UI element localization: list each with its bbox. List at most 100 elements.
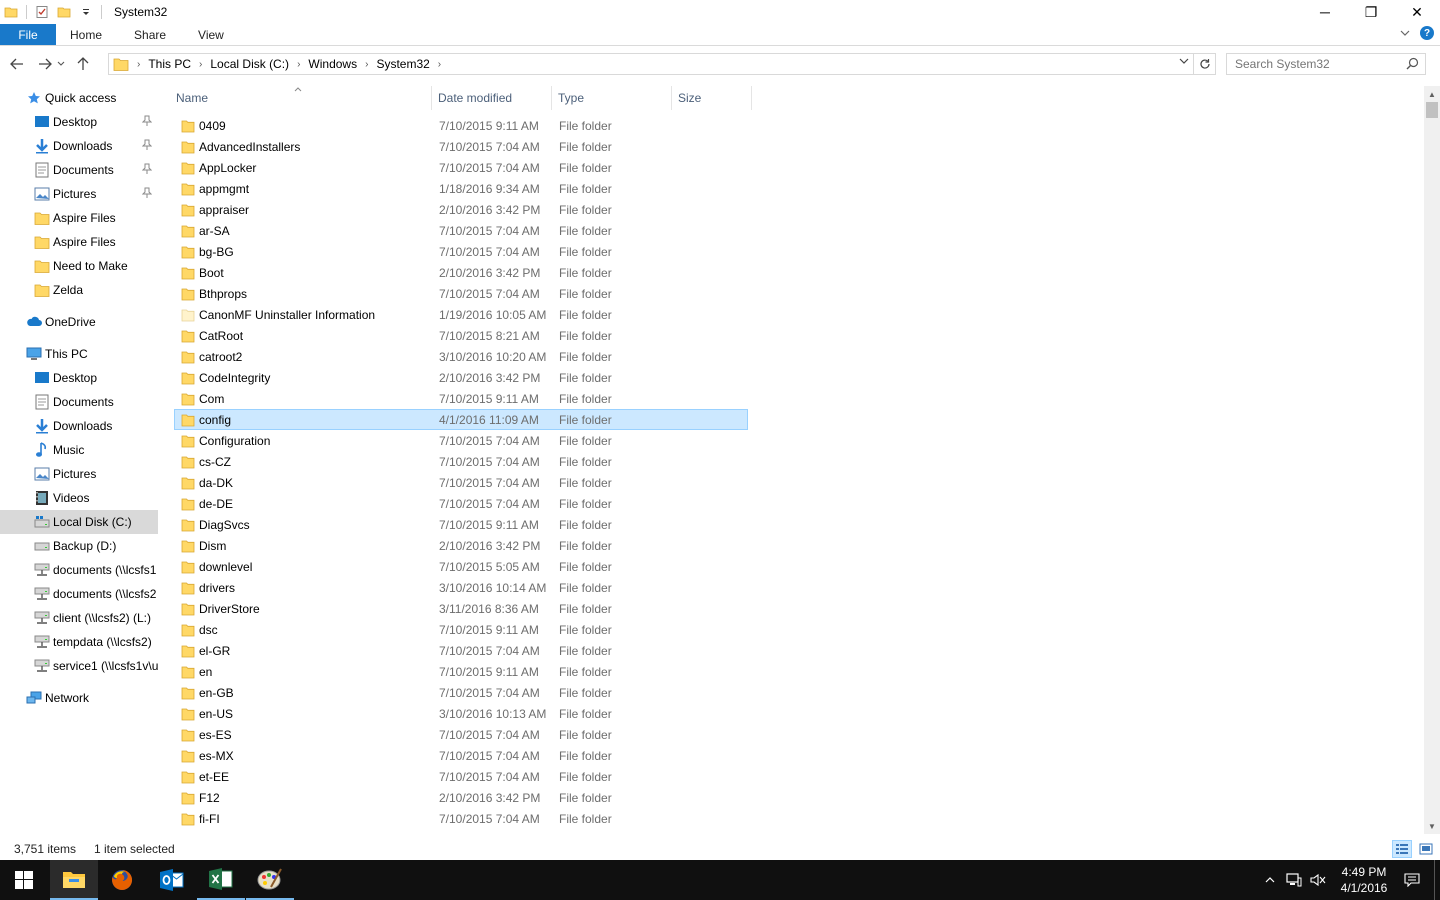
- tab-view[interactable]: View: [182, 24, 240, 45]
- column-header-type[interactable]: Type: [552, 86, 672, 110]
- nav-pc-item-9[interactable]: documents (\\lcsfs2: [0, 582, 158, 606]
- breadcrumb-chevron-icon[interactable]: ›: [363, 59, 370, 70]
- recent-locations-button[interactable]: [56, 53, 66, 75]
- expand-ribbon-chevron-icon[interactable]: [1400, 26, 1410, 40]
- nav-quick-item-0[interactable]: Desktop: [0, 110, 158, 134]
- minimize-button[interactable]: ─: [1302, 0, 1348, 24]
- nav-pc-item-12[interactable]: service1 (\\lcsfs1v\u: [0, 654, 158, 678]
- taskbar-file-explorer[interactable]: [50, 860, 98, 900]
- file-row[interactable]: Configuration 7/10/2015 7:04 AM File folde…: [174, 430, 748, 451]
- file-row[interactable]: config 4/1/2016 11:09 AM File folder: [174, 409, 748, 430]
- start-button[interactable]: [0, 860, 48, 900]
- nav-pc-item-6[interactable]: Local Disk (C:): [0, 510, 158, 534]
- tab-file[interactable]: File: [0, 24, 56, 45]
- refresh-button[interactable]: [1194, 53, 1216, 75]
- file-row[interactable]: Boot 2/10/2016 3:42 PM File folder: [174, 262, 748, 283]
- file-row[interactable]: en 7/10/2015 9:11 AM File folder: [174, 661, 748, 682]
- file-row[interactable]: et-EE 7/10/2015 7:04 AM File folder: [174, 766, 748, 787]
- nav-pc-item-4[interactable]: Pictures: [0, 462, 158, 486]
- breadcrumb-chevron-icon[interactable]: ›: [135, 59, 142, 70]
- back-button[interactable]: [6, 53, 28, 75]
- scroll-up-arrow-icon[interactable]: ▲: [1424, 86, 1440, 102]
- maximize-button[interactable]: ❐: [1348, 0, 1394, 24]
- scroll-down-arrow-icon[interactable]: ▼: [1424, 818, 1440, 834]
- nav-pc-item-11[interactable]: tempdata (\\lcsfs2): [0, 630, 158, 654]
- nav-pc-item-8[interactable]: documents (\\lcsfs1: [0, 558, 158, 582]
- vertical-scrollbar[interactable]: ▲ ▼: [1424, 86, 1440, 834]
- file-row[interactable]: downlevel 7/10/2015 5:05 AM File folder: [174, 556, 748, 577]
- action-center-icon[interactable]: [1398, 860, 1426, 900]
- nav-pc-item-0[interactable]: Desktop: [0, 366, 158, 390]
- scrollbar-thumb[interactable]: [1426, 102, 1438, 118]
- taskbar-excel[interactable]: [197, 860, 245, 900]
- nav-onedrive[interactable]: OneDrive: [0, 310, 158, 334]
- breadcrumb-this-pc[interactable]: This PC: [142, 57, 197, 71]
- column-header-name[interactable]: Name: [170, 86, 432, 110]
- file-row[interactable]: AdvancedInstallers 7/10/2015 7:04 AM File …: [174, 136, 748, 157]
- breadcrumb-local-disk[interactable]: Local Disk (C:): [204, 57, 295, 71]
- nav-this-pc[interactable]: This PC: [0, 342, 158, 366]
- file-row[interactable]: bg-BG 7/10/2015 7:04 AM File folder: [174, 241, 748, 262]
- file-row[interactable]: el-GR 7/10/2015 7:04 AM File folder: [174, 640, 748, 661]
- file-row[interactable]: cs-CZ 7/10/2015 7:04 AM File folder: [174, 451, 748, 472]
- up-button[interactable]: [72, 53, 94, 75]
- nav-quick-item-4[interactable]: Aspire Files: [0, 206, 158, 230]
- taskbar-clock[interactable]: 4:49 PM 4/1/2016: [1330, 864, 1398, 896]
- file-row[interactable]: DiagSvcs 7/10/2015 9:11 AM File folder: [174, 514, 748, 535]
- search-icon[interactable]: [1406, 57, 1419, 73]
- customize-toolbar-chevron-icon[interactable]: [77, 3, 95, 21]
- file-row[interactable]: CanonMF Uninstaller Information 1/19/2016…: [174, 304, 748, 325]
- new-folder-icon[interactable]: [55, 3, 73, 21]
- large-icons-view-button[interactable]: [1416, 840, 1436, 858]
- file-row[interactable]: 0409 7/10/2015 9:11 AM File folder: [174, 115, 748, 136]
- show-hidden-icons-chevron-icon[interactable]: [1258, 860, 1282, 900]
- taskbar-paint[interactable]: [246, 860, 294, 900]
- file-row[interactable]: CatRoot 7/10/2015 8:21 AM File folder: [174, 325, 748, 346]
- network-status-icon[interactable]: [1282, 860, 1306, 900]
- file-row[interactable]: es-MX 7/10/2015 7:04 AM File folder: [174, 745, 748, 766]
- file-row[interactable]: Com 7/10/2015 9:11 AM File folder: [174, 388, 748, 409]
- file-row[interactable]: F12 2/10/2016 3:42 PM File folder: [174, 787, 748, 808]
- breadcrumb-windows[interactable]: Windows: [302, 57, 363, 71]
- nav-quick-access[interactable]: Quick access: [0, 86, 158, 110]
- nav-quick-item-1[interactable]: Downloads: [0, 134, 158, 158]
- pin-icon[interactable]: [141, 187, 153, 202]
- file-row[interactable]: catroot2 3/10/2016 10:20 AM File folder: [174, 346, 748, 367]
- tab-share[interactable]: Share: [118, 24, 182, 45]
- file-row[interactable]: AppLocker 7/10/2015 7:04 AM File folder: [174, 157, 748, 178]
- forward-button[interactable]: [34, 53, 56, 75]
- help-icon[interactable]: ?: [1420, 26, 1434, 40]
- search-box[interactable]: [1226, 53, 1426, 75]
- nav-quick-item-7[interactable]: Zelda: [0, 278, 158, 302]
- tab-home[interactable]: Home: [56, 24, 118, 45]
- show-desktop-button[interactable]: [1434, 860, 1440, 900]
- file-row[interactable]: dsc 7/10/2015 9:11 AM File folder: [174, 619, 748, 640]
- file-row[interactable]: DriverStore 3/11/2016 8:36 AM File folder: [174, 598, 748, 619]
- nav-network[interactable]: Network: [0, 686, 158, 710]
- close-button[interactable]: ✕: [1394, 0, 1440, 24]
- file-row[interactable]: appmgmt 1/18/2016 9:34 AM File folder: [174, 178, 748, 199]
- file-row[interactable]: CodeIntegrity 2/10/2016 3:42 PM File folde…: [174, 367, 748, 388]
- nav-quick-item-5[interactable]: Aspire Files: [0, 230, 158, 254]
- file-row[interactable]: en-US 3/10/2016 10:13 AM File folder: [174, 703, 748, 724]
- breadcrumb-chevron-icon[interactable]: ›: [197, 59, 204, 70]
- breadcrumb-chevron-icon[interactable]: ›: [295, 59, 302, 70]
- nav-pc-item-2[interactable]: Downloads: [0, 414, 158, 438]
- address-history-chevron-icon[interactable]: [1179, 57, 1189, 68]
- nav-quick-item-3[interactable]: Pictures: [0, 182, 158, 206]
- nav-pc-item-5[interactable]: Videos: [0, 486, 158, 510]
- file-row[interactable]: es-ES 7/10/2015 7:04 AM File folder: [174, 724, 748, 745]
- file-row[interactable]: de-DE 7/10/2015 7:04 AM File folder: [174, 493, 748, 514]
- nav-quick-item-6[interactable]: Need to Make: [0, 254, 158, 278]
- taskbar-firefox[interactable]: [98, 860, 146, 900]
- nav-pc-item-10[interactable]: client (\\lcsfs2) (L:): [0, 606, 158, 630]
- breadcrumb-chevron-icon[interactable]: ›: [436, 59, 443, 70]
- nav-pc-item-3[interactable]: Music: [0, 438, 158, 462]
- pin-icon[interactable]: [141, 139, 153, 154]
- nav-pc-item-1[interactable]: Documents: [0, 390, 158, 414]
- properties-icon[interactable]: [33, 3, 51, 21]
- file-row[interactable]: da-DK 7/10/2015 7:04 AM File folder: [174, 472, 748, 493]
- file-row[interactable]: en-GB 7/10/2015 7:04 AM File folder: [174, 682, 748, 703]
- taskbar-outlook[interactable]: [148, 860, 196, 900]
- column-header-size[interactable]: Size: [672, 86, 752, 110]
